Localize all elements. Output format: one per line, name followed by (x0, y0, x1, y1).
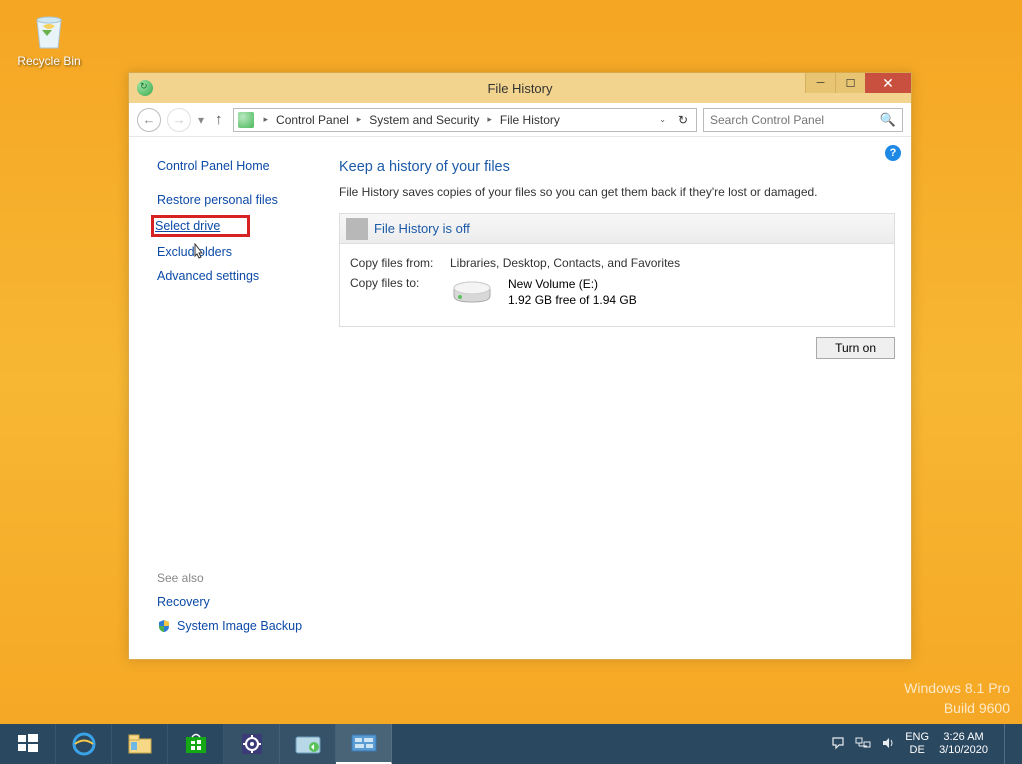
network-icon[interactable] (855, 736, 871, 753)
show-desktop-button[interactable] (1004, 724, 1012, 764)
recycle-bin[interactable]: Recycle Bin (14, 8, 84, 68)
turn-on-button[interactable]: Turn on (816, 337, 895, 359)
copy-from-label: Copy files from: (350, 256, 450, 270)
chevron-right-icon[interactable]: ▸ (260, 114, 273, 125)
watermark-line2: Build 9600 (904, 698, 1010, 718)
search-box[interactable]: 🔍 (703, 108, 903, 132)
help-icon[interactable]: ? (885, 145, 901, 161)
sidebar-exclude-folders-label: Exclud olders (157, 245, 232, 259)
address-dropdown-icon[interactable]: ⌄ (659, 115, 666, 124)
status-indicator-icon (346, 218, 368, 240)
up-button[interactable]: ↑ (211, 111, 227, 128)
control-panel-home-link[interactable]: Control Panel Home (157, 159, 323, 173)
nav-dropdown-icon[interactable]: ▾ (197, 113, 205, 127)
file-history-window: File History ─ ☐ ✕ ← → ▾ ↑ ▸ Control Pan… (128, 72, 912, 660)
action-center-icon[interactable] (831, 736, 845, 753)
sidebar-restore-personal-files[interactable]: Restore personal files (157, 193, 323, 207)
taskbar-app-1[interactable] (280, 724, 336, 764)
sidebar-select-drive[interactable]: Select drive (153, 217, 248, 235)
copy-to-label: Copy files to: (350, 276, 450, 290)
taskbar-settings[interactable] (224, 724, 280, 764)
drive-icon (450, 278, 494, 306)
taskbar: ENG DE 3:26 AM 3/10/2020 (0, 724, 1022, 764)
search-icon[interactable]: 🔍 (880, 112, 896, 128)
status-header: File History is off (340, 214, 894, 244)
drive-name: New Volume (E:) (508, 276, 637, 292)
breadcrumb-control-panel[interactable]: Control Panel (274, 113, 351, 127)
main-content: Keep a history of your files File Histor… (339, 137, 911, 659)
watermark-line1: Windows 8.1 Pro (904, 678, 1010, 698)
system-tray: ENG DE 3:26 AM 3/10/2020 (821, 724, 1022, 764)
address-bar[interactable]: ▸ Control Panel ▸ System and Security ▸ … (233, 108, 698, 132)
sidebar-exclude-folders[interactable]: Exclud olders (157, 245, 323, 259)
status-box: File History is off Copy files from: Lib… (339, 213, 895, 327)
minimize-button[interactable]: ─ (805, 73, 835, 93)
close-button[interactable]: ✕ (865, 73, 911, 93)
volume-icon[interactable] (881, 736, 895, 753)
window-title: File History (129, 81, 911, 96)
back-button[interactable]: ← (137, 108, 161, 132)
taskbar-control-panel[interactable] (336, 724, 392, 764)
taskbar-explorer[interactable] (112, 724, 168, 764)
status-text: File History is off (374, 221, 470, 236)
language-indicator[interactable]: ENG DE (905, 731, 929, 757)
chevron-right-icon[interactable]: ▸ (353, 114, 366, 125)
drive-space: 1.92 GB free of 1.94 GB (508, 292, 637, 308)
search-input[interactable] (710, 113, 880, 127)
start-button[interactable] (0, 724, 56, 764)
breadcrumb-system-security[interactable]: System and Security (367, 113, 481, 127)
forward-button[interactable]: → (167, 108, 191, 132)
taskbar-ie[interactable] (56, 724, 112, 764)
navigation-bar: ← → ▾ ↑ ▸ Control Panel ▸ System and Sec… (129, 103, 911, 137)
refresh-button[interactable]: ↻ (674, 113, 692, 127)
copy-from-value: Libraries, Desktop, Contacts, and Favori… (450, 256, 680, 270)
recycle-bin-icon (27, 8, 71, 52)
recycle-bin-label: Recycle Bin (14, 54, 84, 68)
breadcrumb-file-history[interactable]: File History (498, 113, 562, 127)
sidebar-recovery[interactable]: Recovery (157, 595, 323, 609)
page-description: File History saves copies of your files … (339, 185, 895, 199)
sidebar-advanced-settings[interactable]: Advanced settings (157, 269, 323, 283)
maximize-button[interactable]: ☐ (835, 73, 865, 93)
address-icon (238, 112, 254, 128)
sidebar-system-image-backup[interactable]: System Image Backup (157, 619, 323, 633)
shield-icon (157, 619, 171, 633)
chevron-right-icon[interactable]: ▸ (483, 114, 496, 125)
page-heading: Keep a history of your files (339, 159, 895, 175)
clock[interactable]: 3:26 AM 3/10/2020 (939, 731, 988, 757)
see-also-label: See also (157, 571, 323, 585)
windows-watermark: Windows 8.1 Pro Build 9600 (904, 678, 1010, 718)
taskbar-store[interactable] (168, 724, 224, 764)
sidebar: Control Panel Home Restore personal file… (129, 137, 339, 659)
titlebar: File History ─ ☐ ✕ (129, 73, 911, 103)
